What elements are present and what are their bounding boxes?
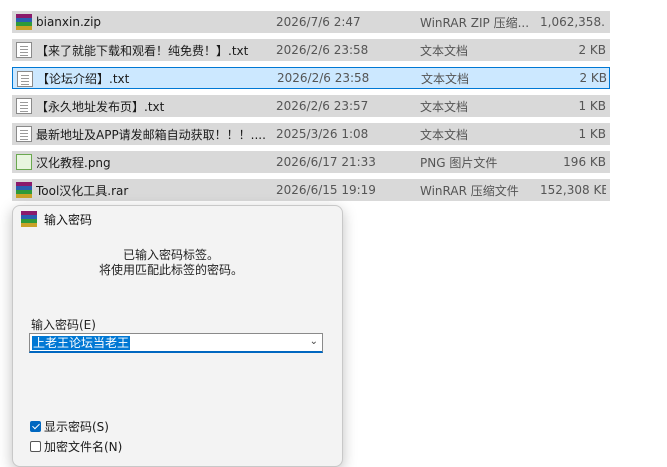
txt-icon <box>16 126 32 142</box>
rar-icon <box>16 182 32 198</box>
file-type: 文本文档 <box>420 43 469 58</box>
checkbox-checked-icon[interactable] <box>30 421 41 432</box>
password-dialog: 输入密码 已输入密码标签。 将使用匹配此标签的密码。 输入密码(E) 上老王论坛… <box>12 205 343 467</box>
file-size: 152,308 KB <box>540 183 606 197</box>
password-value[interactable]: 上老王论坛当老王 <box>32 336 131 350</box>
winrar-icon <box>21 211 37 227</box>
checkbox-unchecked-icon[interactable] <box>30 441 41 452</box>
txt-icon <box>16 42 32 58</box>
file-date: 2026/2/6 23:57 <box>276 99 369 113</box>
file-name: bianxin.zip <box>36 15 102 29</box>
file-name: 【来了就能下载和观看！纯免费！】.txt <box>36 43 249 58</box>
file-type: PNG 图片文件 <box>420 155 498 170</box>
txt-icon <box>16 98 32 114</box>
show-password-checkbox[interactable]: 显示密码(S) <box>30 418 109 435</box>
encrypt-filenames-checkbox[interactable]: 加密文件名(N) <box>30 438 122 455</box>
password-combobox[interactable]: 上老王论坛当老王 ⌄ <box>29 333 323 353</box>
show-password-label: 显示密码(S) <box>44 420 109 434</box>
file-size: 1 KB <box>578 99 606 113</box>
file-name: 【永久地址发布页】.txt <box>36 99 165 114</box>
file-type: 文本文档 <box>421 71 470 86</box>
file-type: 文本文档 <box>420 99 469 114</box>
file-name: 汉化教程.png <box>36 155 111 170</box>
file-type: WinRAR ZIP 压缩... <box>420 15 530 30</box>
file-date: 2026/2/6 23:58 <box>277 71 370 85</box>
file-size: 1 KB <box>578 127 606 141</box>
file-type: WinRAR 压缩文件 <box>420 183 519 198</box>
file-size: 2 KB <box>578 43 606 57</box>
chevron-down-icon[interactable]: ⌄ <box>310 336 318 347</box>
file-date: 2025/3/26 1:08 <box>276 127 369 141</box>
dialog-title: 输入密码 <box>44 213 93 227</box>
file-name: Tool汉化工具.rar <box>36 183 129 198</box>
file-date: 2026/7/6 2:47 <box>276 15 361 29</box>
png-icon <box>16 154 32 170</box>
file-date: 2026/2/6 23:58 <box>276 43 369 57</box>
rar-icon <box>16 14 32 30</box>
file-date: 2026/6/15 19:19 <box>276 183 376 197</box>
file-size: 196 KB <box>563 155 606 169</box>
message-line-2: 将使用匹配此标签的密码。 <box>98 263 243 277</box>
password-label: 输入密码(E) <box>31 318 96 332</box>
file-date: 2026/6/17 21:33 <box>276 155 376 169</box>
file-row[interactable]: bianxin.zip 2026/7/6 2:47 WinRAR ZIP 压缩...… <box>12 11 610 33</box>
dialog-message: 已输入密码标签。 将使用匹配此标签的密码。 <box>13 248 329 278</box>
file-row[interactable]: 【论坛介绍】.txt 2026/2/6 23:58 文本文档 2 KB <box>12 67 610 89</box>
file-size: 1,062,358... <box>540 15 606 29</box>
file-row[interactable]: 最新地址及APP请发邮箱自动获取！！！.... 2025/3/26 1:08 文本文… <box>12 123 610 145</box>
file-row[interactable]: Tool汉化工具.rar 2026/6/15 19:19 WinRAR 压缩文件 15… <box>12 179 610 201</box>
encrypt-filenames-label: 加密文件名(N) <box>44 440 123 454</box>
file-row[interactable]: 【永久地址发布页】.txt 2026/2/6 23:57 文本文档 1 KB <box>12 95 610 117</box>
file-name: 最新地址及APP请发邮箱自动获取！！！.... <box>36 127 266 142</box>
file-name: 【论坛介绍】.txt <box>37 71 130 86</box>
file-size: 2 KB <box>579 71 607 85</box>
txt-icon <box>17 71 33 87</box>
message-line-1: 已输入密码标签。 <box>122 248 219 262</box>
file-type: 文本文档 <box>420 127 469 142</box>
file-row[interactable]: 汉化教程.png 2026/6/17 21:33 PNG 图片文件 196 KB <box>12 151 610 173</box>
file-row[interactable]: 【来了就能下载和观看！纯免费！】.txt 2026/2/6 23:58 文本文档 2 … <box>12 39 610 61</box>
